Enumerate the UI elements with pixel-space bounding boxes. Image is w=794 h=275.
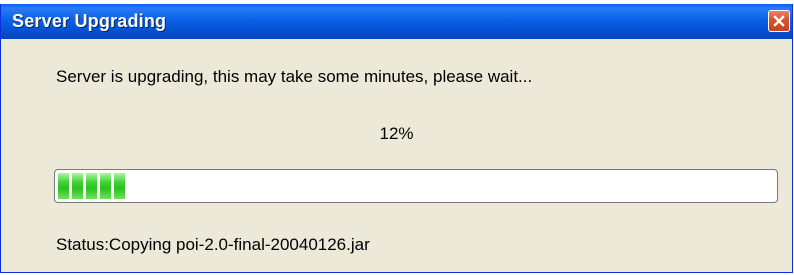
- progress-percent: 12%: [379, 124, 414, 143]
- status-text: Status:Copying poi-2.0-final-20040126.ja…: [56, 235, 370, 254]
- progress-chunk: [114, 173, 125, 199]
- title-bar[interactable]: Server Upgrading: [1, 4, 792, 39]
- upgrade-message: Server is upgrading, this may take some …: [56, 67, 533, 86]
- progress-chunk: [72, 173, 83, 199]
- progress-chunk: [58, 173, 69, 199]
- dialog-content: Server is upgrading, this may take some …: [1, 39, 792, 273]
- progress-chunk: [100, 173, 111, 199]
- progress-fill: [58, 173, 125, 199]
- window-title: Server Upgrading: [12, 11, 167, 31]
- progress-bar: [54, 169, 778, 203]
- progress-chunk: [86, 173, 97, 199]
- dialog-window: Server Upgrading Server is upgrading, th…: [0, 4, 793, 273]
- close-icon: [773, 15, 785, 27]
- close-button[interactable]: [768, 10, 790, 32]
